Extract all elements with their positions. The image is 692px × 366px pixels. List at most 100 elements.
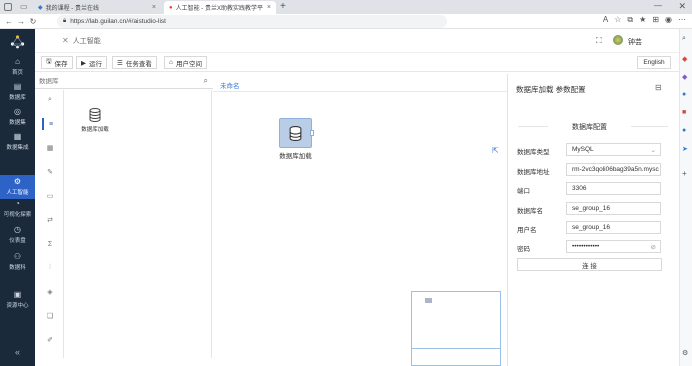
collections-icon[interactable]: ⊞	[652, 15, 659, 25]
db-address-field[interactable]: rm-2vc3qoli06bag39a5n.mysc	[566, 163, 661, 176]
tasks-button[interactable]: ☰ 任务查看	[112, 56, 157, 69]
node-output-port[interactable]	[310, 130, 314, 136]
star-icon[interactable]: ☆	[614, 15, 621, 25]
refresh-icon[interactable]: ↻	[27, 15, 39, 27]
nav-dataset[interactable]: ◎ 数据集	[0, 106, 35, 128]
user-name[interactable]: 钟芸	[628, 37, 642, 47]
nav-data-science[interactable]: ⚇ 数据科	[0, 251, 35, 273]
category-column: ⌕ ≡ ▦ ✎ ▭ ⇄ Σ ⫶ ◈ ❏ ✐	[36, 90, 64, 358]
tools-icon[interactable]: ◆	[682, 73, 687, 81]
category-table-icon[interactable]: ▦	[42, 142, 58, 154]
favorites-icon[interactable]: ★	[639, 15, 646, 25]
profile-icon[interactable]: ◉	[665, 15, 672, 25]
settings-icon[interactable]: ⚙	[682, 349, 688, 357]
workflow-node-db-load[interactable]	[279, 118, 312, 148]
tab-close-icon[interactable]: ×	[152, 4, 156, 11]
category-flow-icon[interactable]: ⇄	[42, 214, 58, 226]
category-stats-icon[interactable]: Σ	[42, 238, 58, 250]
nav-resource[interactable]: ▣ 资源中心	[0, 289, 35, 311]
category-transform-icon[interactable]: ✎	[42, 166, 58, 178]
language-button[interactable]: English	[637, 56, 671, 69]
url-field[interactable]: 🔒︎ https://lab.guilan.cn/#/aistudio-list	[57, 15, 447, 28]
office-icon[interactable]: ■	[682, 109, 686, 116]
outlook-icon[interactable]: ●	[682, 127, 686, 134]
node-palette: 数据库加载	[64, 90, 212, 358]
tasks-icon: ☰	[117, 59, 123, 67]
course-favicon-icon: ◆	[38, 5, 43, 11]
person-icon[interactable]: ●	[682, 91, 686, 98]
browser-tabbar: ▭ ◆ 我的课程 - 贵兰在线 × ● 人工智能 - 贵兰X助教实践教学平 × …	[0, 0, 692, 14]
collapse-nav-icon[interactable]: «	[0, 347, 35, 357]
password-field[interactable]: •••••••••••• ⊘	[566, 240, 661, 253]
minimap-divider	[412, 348, 500, 349]
database-icon: ▤	[13, 82, 22, 91]
connect-button[interactable]: 连 接	[517, 258, 662, 271]
eye-off-icon[interactable]: ⊘	[651, 243, 656, 251]
category-model-icon[interactable]: ◈	[42, 286, 58, 298]
minimize-button[interactable]: —	[654, 1, 662, 10]
category-edit-icon[interactable]: ✐	[42, 334, 58, 346]
dataset-icon: ◎	[14, 107, 21, 116]
tab-my-courses[interactable]: ◆ 我的课程 - 贵兰在线 ×	[33, 1, 161, 14]
db-name-field[interactable]: se_group_16	[566, 202, 661, 215]
home-icon: ⌂	[15, 57, 20, 66]
nav-visual-explore[interactable]: ◔ 可视化探索	[0, 198, 35, 220]
nav-database[interactable]: ▤ 数据库	[0, 81, 35, 103]
username-field[interactable]: se_group_16	[566, 221, 661, 234]
lock-icon: 🔒︎	[63, 18, 67, 24]
search-icon[interactable]: ⌕	[682, 35, 686, 43]
db-type-select[interactable]: MySQL ⌄	[566, 143, 661, 156]
ai-favicon-icon: ●	[169, 4, 173, 11]
new-tab-button[interactable]: +	[280, 1, 286, 12]
node-search: ⌕	[35, 74, 213, 89]
category-layers-icon[interactable]: ❏	[42, 310, 58, 322]
nav-ai[interactable]: ⚙ 人工智能	[0, 175, 35, 199]
nav-dashboard[interactable]: ◷ 仪表盘	[0, 224, 35, 246]
category-chart-icon[interactable]: ⫶	[42, 262, 58, 274]
address-bar-row: ← → ↻ 🔒︎ https://lab.guilan.cn/#/aistudi…	[0, 14, 692, 29]
breadcrumb-icon: ✕	[62, 36, 69, 45]
extensions-icon[interactable]: ⧉	[627, 15, 633, 25]
more-icon[interactable]: ⋯	[678, 15, 686, 25]
category-text-icon[interactable]: ▭	[42, 190, 58, 202]
password-label: 密码	[517, 246, 530, 253]
browser-toolbar-icons: A ☆ ⧉ ★ ⊞ ◉ ⋯	[603, 15, 686, 25]
add-icon[interactable]: +	[682, 169, 687, 178]
read-aloud-icon[interactable]: A	[603, 15, 608, 25]
nav-home[interactable]: ⌂ 首页	[0, 56, 35, 78]
close-window-button[interactable]: ✕	[678, 1, 686, 12]
minimap[interactable]	[411, 291, 501, 366]
user-space-button[interactable]: ⌂ 用户空间	[164, 56, 207, 69]
tag-icon[interactable]: ◆	[682, 55, 687, 63]
port-field[interactable]: 3306	[566, 182, 661, 195]
node-search-input[interactable]	[39, 77, 189, 85]
category-search-icon[interactable]: ⌕	[42, 94, 58, 106]
username-label: 用户名	[517, 227, 537, 234]
tab-close-icon[interactable]: ×	[267, 4, 271, 11]
run-button[interactable]: ▶ 运行	[76, 56, 107, 69]
browser-window-icon[interactable]	[4, 3, 12, 11]
category-database-icon[interactable]: ≡	[42, 118, 58, 130]
send-icon[interactable]: ➤	[682, 145, 688, 153]
fullscreen-icon[interactable]: ⛶	[596, 36, 602, 46]
config-title: 数据库加载 参数配置	[516, 85, 586, 94]
nav-integration[interactable]: ▦ 数据集成	[0, 131, 35, 153]
play-icon: ▶	[81, 59, 86, 67]
db-type-label: 数据库类型	[517, 149, 550, 156]
collapse-panel-icon[interactable]: ⊟	[655, 83, 662, 92]
flow-icon: ⚇	[13, 252, 22, 261]
browser-tabs-icon[interactable]: ▭	[20, 2, 28, 11]
forward-icon[interactable]: →	[15, 15, 27, 27]
canvas-tabs: 未命名	[213, 74, 507, 92]
back-icon[interactable]: ←	[3, 15, 15, 27]
save-button[interactable]: 🖫︎ 保存	[41, 56, 73, 69]
dashboard-icon: ◷	[14, 225, 21, 234]
palette-db-load[interactable]: 数据库加载	[78, 108, 112, 133]
toolbar: 🖫︎ 保存 ▶ 运行 ☰ 任务查看 ⌂ 用户空间 English	[35, 53, 692, 72]
browser-sidebar: ⌕ ◆ ◆ ● ■ ● ➤ + ⚙	[679, 29, 692, 366]
tab-unnamed[interactable]: 未命名	[220, 80, 240, 90]
app-logo	[10, 35, 25, 49]
avatar[interactable]	[613, 35, 623, 45]
tab-ai[interactable]: ● 人工智能 - 贵兰X助教实践教学平 ×	[164, 1, 276, 14]
search-icon[interactable]: ⌕	[204, 76, 208, 86]
